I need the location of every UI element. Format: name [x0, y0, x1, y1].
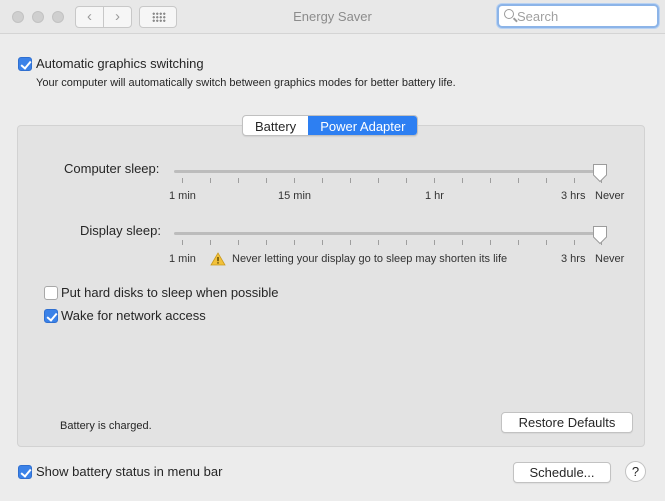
slider-tick	[210, 240, 211, 245]
display-sleep-tick-1min: 1 min	[169, 253, 196, 265]
show-battery-label: Show battery status in menu bar	[36, 464, 223, 479]
slider-tick	[322, 178, 323, 183]
computer-sleep-tick-15min: 15 min	[278, 190, 312, 202]
slider-tick	[182, 240, 183, 245]
slider-tick	[518, 178, 519, 183]
schedule-button[interactable]: Schedule...	[513, 462, 611, 483]
computer-sleep-tick-1min: 1 min	[169, 190, 196, 202]
computer-sleep-slider[interactable]	[174, 170, 606, 173]
display-sleep-tick-never: Never	[595, 253, 625, 265]
search-icon	[504, 9, 514, 19]
display-sleep-label: Display sleep:	[80, 223, 161, 238]
slider-tick	[546, 240, 547, 245]
slider-tick	[350, 240, 351, 245]
slider-tick	[462, 240, 463, 245]
slider-tick	[294, 240, 295, 245]
auto-graphics-checkbox[interactable]	[18, 57, 32, 71]
slider-tick	[434, 178, 435, 183]
auto-graphics-description: Your computer will automatically switch …	[36, 77, 456, 89]
computer-sleep-tick-never: Never	[595, 190, 625, 202]
tab-battery[interactable]: Battery	[243, 116, 308, 135]
slider-tick	[574, 240, 575, 245]
slider-tick	[434, 240, 435, 245]
slider-tick	[490, 240, 491, 245]
slider-tick	[406, 178, 407, 183]
slider-tick	[406, 240, 407, 245]
computer-sleep-label: Computer sleep:	[64, 161, 160, 176]
slider-tick	[322, 240, 323, 245]
slider-tick	[462, 178, 463, 183]
help-button[interactable]: ?	[625, 461, 646, 482]
slider-tick	[546, 178, 547, 183]
computer-sleep-tick-1hr: 1 hr	[425, 190, 444, 202]
wake-network-checkbox[interactable]	[44, 309, 58, 323]
display-sleep-slider-knob[interactable]	[592, 225, 608, 245]
slider-tick	[266, 178, 267, 183]
hard-disks-checkbox[interactable]	[44, 286, 58, 300]
slider-tick	[378, 240, 379, 245]
show-battery-checkbox[interactable]	[18, 465, 32, 479]
warning-icon	[210, 252, 226, 266]
slider-tick	[238, 178, 239, 183]
search-input[interactable]	[517, 7, 652, 25]
slider-tick	[294, 178, 295, 183]
display-sleep-tick-3hrs: 3 hrs	[561, 253, 586, 265]
title-bar: ‹ › Energy Saver	[0, 0, 665, 34]
power-source-tabs: Battery Power Adapter	[242, 115, 419, 136]
computer-sleep-tick-3hrs: 3 hrs	[561, 190, 586, 202]
wake-network-label: Wake for network access	[61, 308, 206, 323]
restore-defaults-button[interactable]: Restore Defaults	[501, 412, 633, 433]
computer-sleep-slider-knob[interactable]	[592, 163, 608, 183]
slider-tick	[210, 178, 211, 183]
slider-tick	[518, 240, 519, 245]
hard-disks-label: Put hard disks to sleep when possible	[61, 285, 279, 300]
display-sleep-warning: Never letting your display go to sleep m…	[232, 253, 508, 265]
slider-tick	[490, 178, 491, 183]
slider-tick	[182, 178, 183, 183]
tab-power-adapter[interactable]: Power Adapter	[308, 116, 418, 135]
slider-tick	[238, 240, 239, 245]
slider-tick	[378, 178, 379, 183]
slider-tick	[266, 240, 267, 245]
search-field[interactable]	[497, 4, 659, 28]
slider-tick	[350, 178, 351, 183]
auto-graphics-label: Automatic graphics switching	[36, 56, 204, 71]
slider-tick	[574, 178, 575, 183]
battery-status-text: Battery is charged.	[60, 420, 152, 432]
display-sleep-slider[interactable]	[174, 232, 606, 235]
